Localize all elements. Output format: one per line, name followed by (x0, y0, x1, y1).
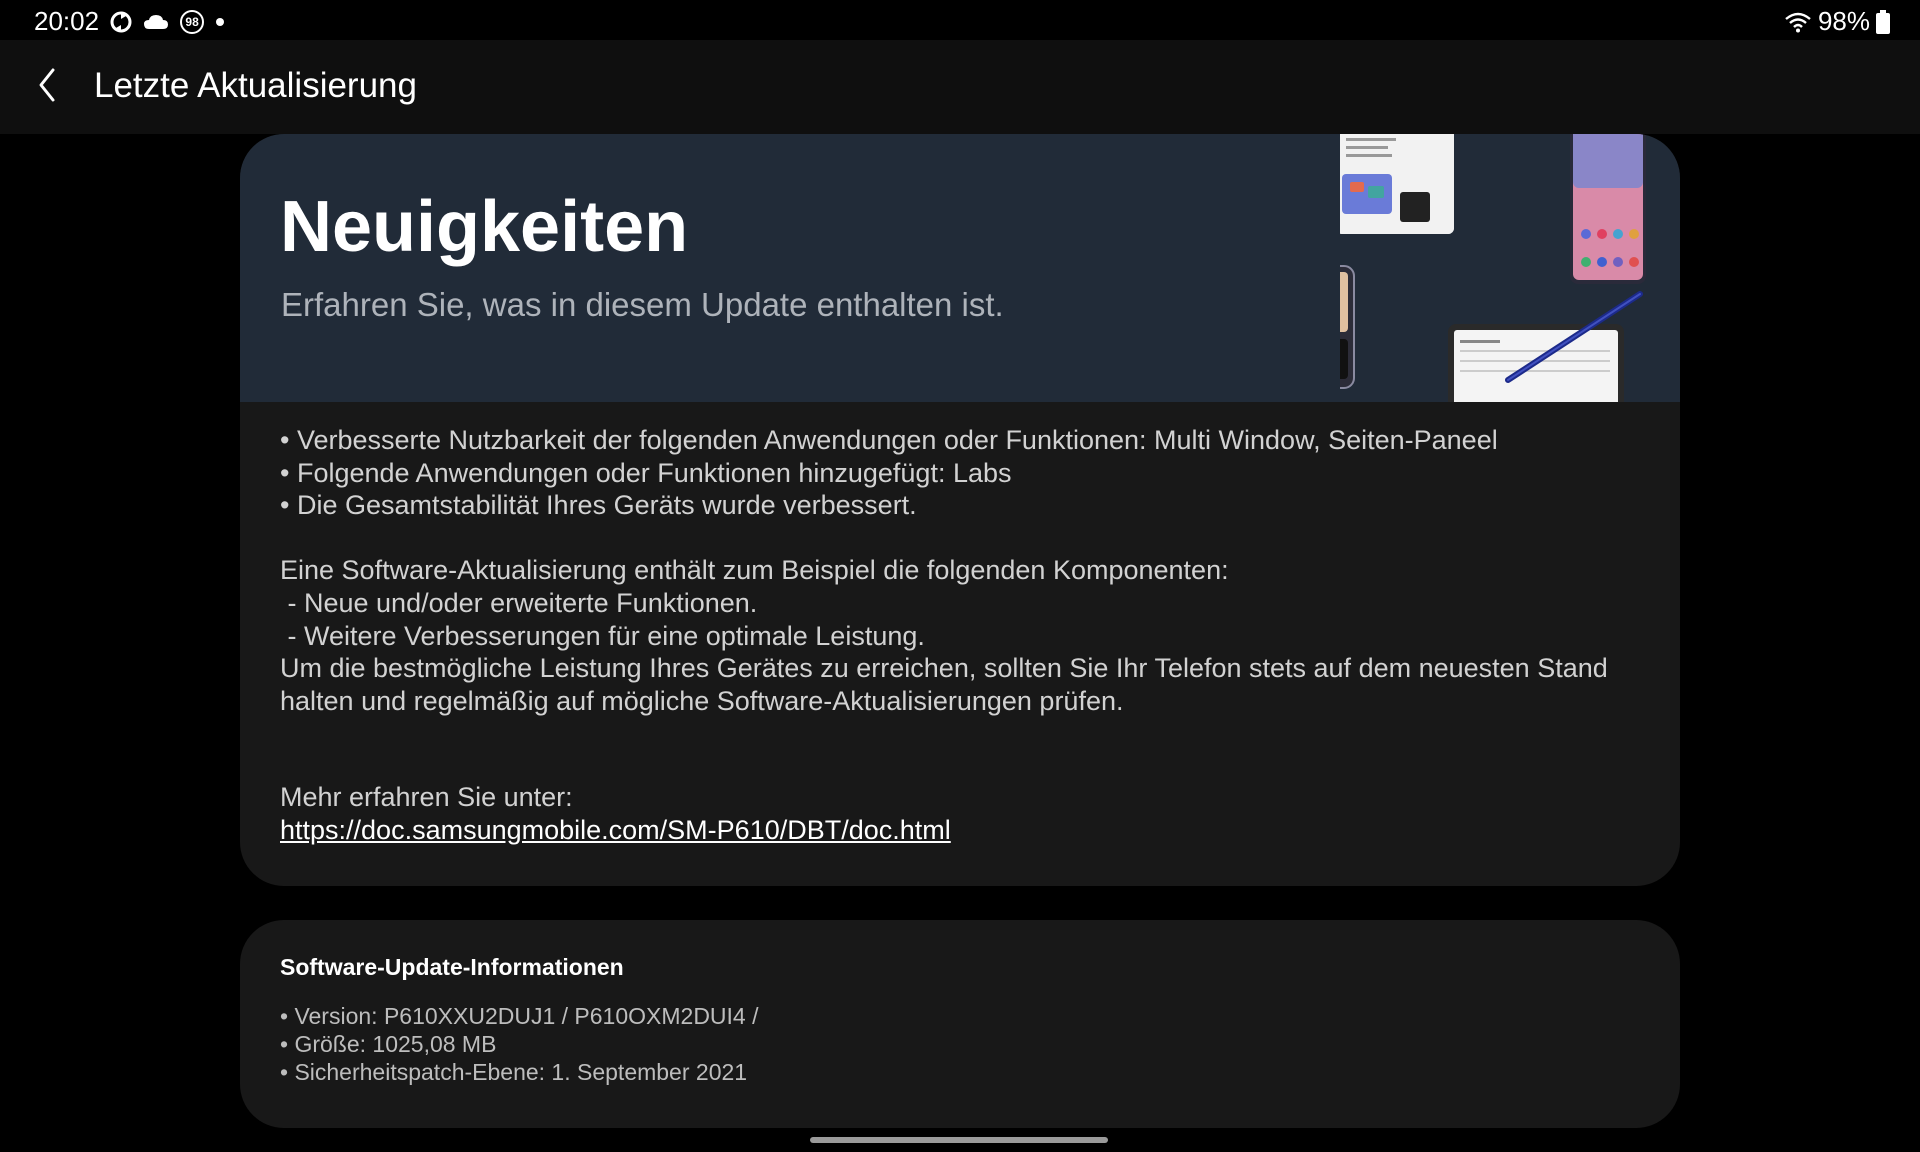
advice-text-line-1: Um die bestmögliche Leistung Ihres Gerät… (280, 653, 1608, 684)
battery-percent: 98% (1817, 6, 1870, 36)
hero-banner: Neuigkeiten Erfahren Sie, was in diesem … (240, 134, 1680, 414)
whats-new-card: Neuigkeiten Erfahren Sie, was in diesem … (240, 134, 1680, 886)
notification-count: 98 (185, 14, 199, 29)
wifi-icon (1784, 11, 1812, 33)
status-bar-left: 20:02 98 (34, 6, 225, 37)
cloud-icon (143, 12, 169, 32)
release-note-item: • Die Gesamtstabilität Ihres Geräts wurd… (280, 490, 917, 521)
component-item: - Weitere Verbesserungen für eine optima… (280, 620, 925, 651)
software-update-info-card: Software-Update-Informationen • Version:… (240, 920, 1680, 1128)
hero-illustration (1279, 134, 1680, 414)
page-title: Letzte Aktualisierung (94, 66, 417, 105)
advice-text-line-2: halten und regelmäßig auf mögliche Softw… (280, 685, 1124, 716)
info-size: • Größe: 1025,08 MB (280, 1031, 497, 1057)
info-title: Software-Update-Informationen (280, 954, 624, 980)
battery-icon (1876, 9, 1890, 34)
info-version: • Version: P610XXU2DUJ1 / P610OXM2DUI4 / (280, 1003, 759, 1029)
release-note-item: • Folgende Anwendungen oder Funktionen h… (280, 457, 1012, 488)
sync-icon (109, 10, 133, 34)
app-bar: Letzte Aktualisierung (0, 40, 1920, 134)
component-item: - Neue und/oder erweiterte Funktionen. (280, 587, 758, 618)
release-note-item: • Verbesserte Nutzbarkeit der folgenden … (280, 425, 1498, 455)
more-info-link[interactable]: https://doc.samsungmobile.com/SM-P610/DB… (280, 815, 951, 845)
back-arrow-icon (35, 66, 59, 109)
info-list: • Version: P610XXU2DUJ1 / P610OXM2DUI4 /… (280, 1002, 759, 1086)
status-bar-right: 98% (1784, 6, 1890, 37)
hero-title: Neuigkeiten (280, 187, 689, 267)
components-intro: Eine Software-Aktualisierung enthält zum… (280, 555, 1229, 586)
notification-count-icon: 98 (179, 9, 205, 35)
back-button[interactable] (22, 62, 72, 112)
navigation-handle[interactable] (810, 1137, 1108, 1143)
dot-icon (215, 17, 225, 27)
status-bar: 20:02 98 98% (0, 0, 1920, 40)
info-security-patch: • Sicherheitspatch-Ebene: 1. September 2… (280, 1059, 748, 1085)
hero-subtitle: Erfahren Sie, was in diesem Update entha… (281, 286, 1004, 323)
more-info-label: Mehr erfahren Sie unter: (280, 782, 573, 813)
release-notes: • Verbesserte Nutzbarkeit der folgenden … (280, 424, 1660, 847)
clock: 20:02 (34, 6, 100, 36)
